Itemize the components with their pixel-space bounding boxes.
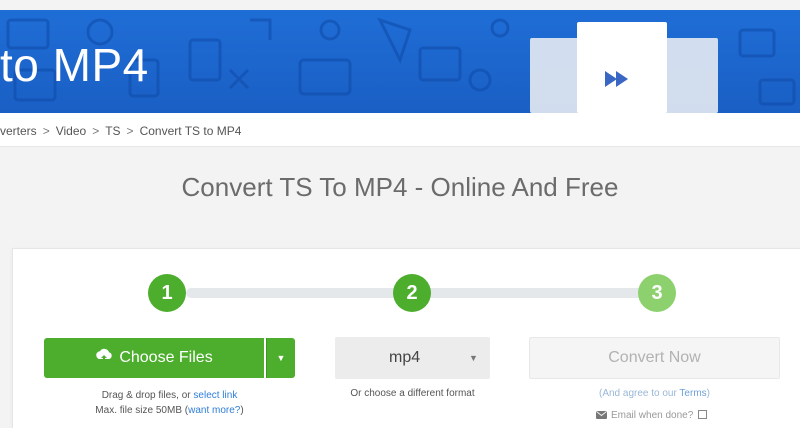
format-select-value: mp4 — [389, 349, 421, 366]
upload-hint: Drag & drop files, or select link Max. f… — [44, 388, 295, 418]
breadcrumb-item-current: Convert TS to MP4 — [139, 124, 242, 138]
breadcrumb-separator: > — [92, 124, 100, 138]
max-size-suffix: ) — [240, 405, 244, 416]
chevron-down-icon: ▼ — [276, 353, 286, 363]
breadcrumb: verters > Video > TS > Convert TS to MP4 — [0, 113, 800, 147]
terms-hint: (And agree to our Terms) — [529, 388, 780, 399]
breadcrumb-item-ts[interactable]: TS — [105, 124, 120, 138]
step-3-indicator: 3 — [638, 274, 676, 312]
banner-top-strip — [0, 0, 800, 10]
email-label: Email when done? — [611, 410, 694, 421]
upload-cloud-icon — [96, 348, 112, 363]
terms-prefix: (And agree to our — [598, 388, 680, 399]
upload-hint-line-1: Drag & drop files, or select link — [44, 388, 295, 403]
format-select[interactable]: mp4 ▼ — [335, 337, 490, 379]
mail-icon — [596, 411, 607, 419]
hero-banner: to MP4 — [0, 0, 800, 113]
terms-suffix: ) — [706, 388, 710, 399]
format-hint: Or choose a different format — [350, 388, 475, 399]
file-doc-front — [577, 22, 667, 113]
select-link[interactable]: select link — [193, 390, 237, 401]
upload-hint-text: Drag & drop files, or — [101, 390, 194, 401]
play-forward-icon — [605, 71, 628, 87]
upload-hint-line-2: Max. file size 50MB (want more?) — [44, 403, 295, 418]
banner-title: to MP4 — [0, 39, 149, 91]
choose-files-label: Choose Files — [119, 349, 213, 366]
step-2-indicator: 2 — [393, 274, 431, 312]
want-more-link[interactable]: want more? — [188, 405, 240, 416]
choose-files-button[interactable]: Choose Files — [44, 338, 264, 378]
breadcrumb-separator: > — [126, 124, 134, 138]
chevron-down-icon: ▼ — [469, 353, 478, 363]
email-checkbox[interactable] — [698, 410, 708, 419]
breadcrumb-item-video[interactable]: Video — [56, 124, 86, 138]
terms-link[interactable]: Terms — [679, 388, 706, 399]
email-when-done: Email when done? — [596, 410, 708, 421]
breadcrumb-item-converters[interactable]: verters — [0, 124, 37, 138]
choose-files-dropdown[interactable]: ▼ — [266, 338, 295, 378]
convert-now-button[interactable]: Convert Now — [529, 337, 780, 379]
max-size-text: Max. file size 50MB ( — [95, 405, 189, 416]
breadcrumb-separator: > — [42, 124, 50, 138]
page-title: Convert TS To MP4 - Online And Free — [181, 172, 619, 202]
step-1-indicator: 1 — [148, 274, 186, 312]
